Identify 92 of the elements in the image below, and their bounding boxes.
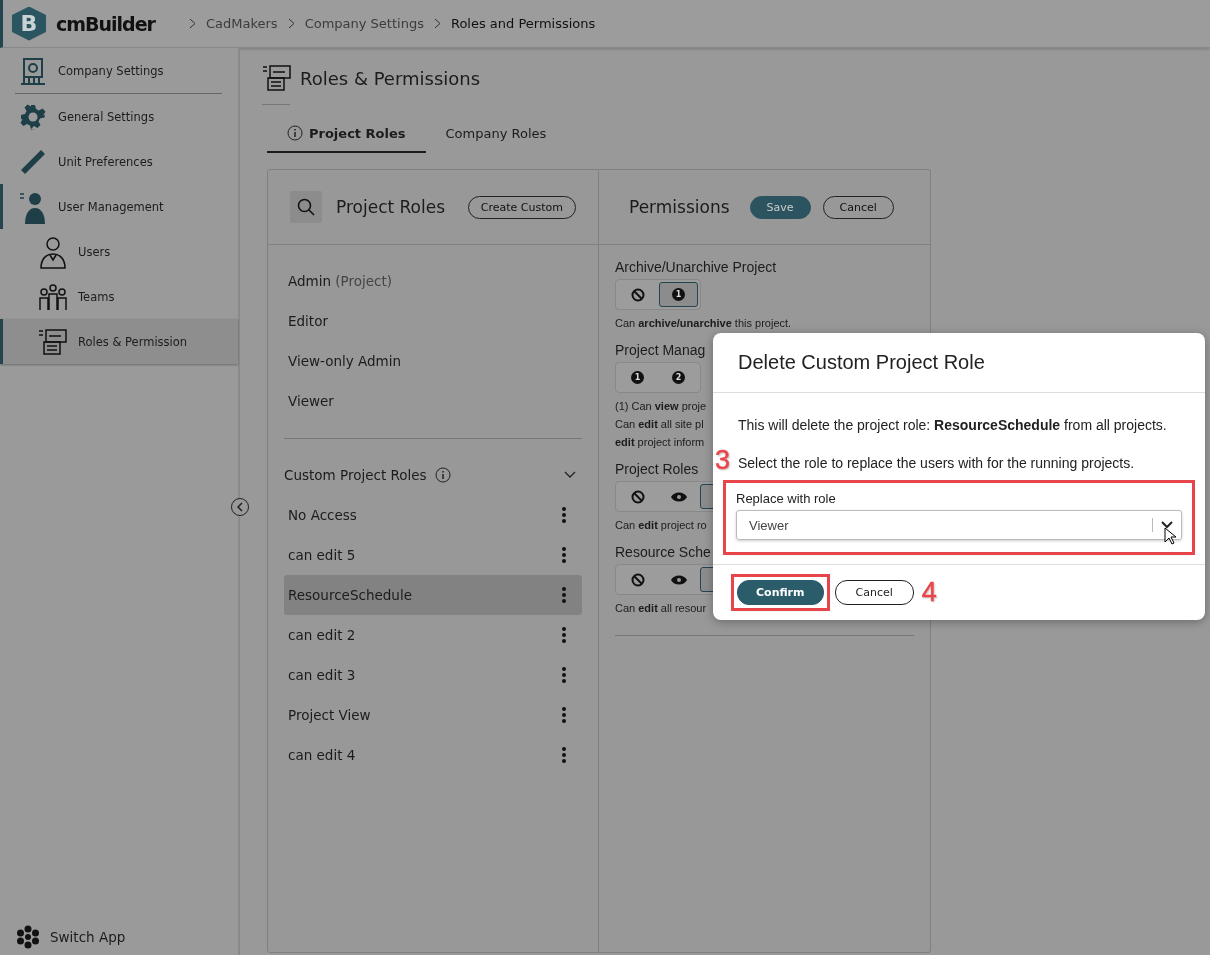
role-item[interactable]: Editor: [288, 313, 328, 329]
search-icon: [297, 198, 315, 216]
permission-description: Can edit all resour: [615, 601, 707, 616]
chevron-right-icon: [287, 18, 295, 29]
roles-icon: [262, 64, 292, 92]
chevron-right-icon: [433, 18, 441, 29]
pointer-cursor-icon: [1164, 527, 1176, 545]
custom-role-item[interactable]: Project View: [284, 695, 582, 735]
more-options-icon[interactable]: [561, 506, 567, 524]
role-item[interactable]: Admin (Project): [288, 273, 393, 289]
tab[interactable]: Company Roles: [425, 117, 567, 153]
custom-role-item[interactable]: can edit 2: [284, 615, 582, 655]
permission-title: Project Manag: [615, 342, 706, 358]
step-marker: 3: [715, 447, 731, 474]
ban-icon: [630, 572, 645, 587]
role-item[interactable]: View-only Admin: [288, 353, 402, 369]
more-options-icon[interactable]: [561, 666, 567, 684]
confirm-button[interactable]: Confirm: [737, 580, 824, 605]
dialog-instruction: Select the role to replace the users with for the running projects.: [738, 455, 1135, 471]
search-button[interactable]: [290, 191, 322, 223]
permission-description: Can edit all site pl: [615, 417, 704, 432]
building-gear-icon: [20, 56, 46, 85]
sidebar-item[interactable]: Company Settings: [0, 48, 238, 93]
chevron-right-icon: [188, 18, 196, 29]
panel-title: Permissions: [629, 197, 730, 217]
permission-description: Can archive/unarchive this project.: [615, 316, 792, 331]
permission-title: Resource Sche: [615, 544, 711, 560]
custom-role-item[interactable]: can edit 3: [284, 655, 582, 695]
permission-description: Can edit project ro: [615, 518, 707, 533]
role-name: can edit 3: [288, 667, 356, 683]
cancel-button[interactable]: Cancel: [834, 580, 914, 605]
permission-description: edit project inform: [615, 435, 705, 450]
role-name: can edit 2: [288, 627, 356, 643]
field-label: Replace with role: [736, 491, 837, 506]
sidebar-item[interactable]: General Settings: [0, 94, 238, 139]
save-button[interactable]: Save: [749, 195, 811, 219]
custom-role-item[interactable]: No Access: [284, 495, 582, 535]
role-item[interactable]: Viewer: [288, 393, 334, 409]
breadcrumb-link[interactable]: CadMakers: [205, 16, 278, 31]
permission-option[interactable]: 1: [659, 282, 698, 307]
document-icon: [38, 327, 68, 356]
role-name: No Access: [288, 507, 357, 523]
breadcrumb-link[interactable]: Roles and Permissions: [450, 16, 596, 31]
chevron-down-icon[interactable]: [564, 471, 576, 479]
permission-description: (1) Can view proje: [615, 399, 707, 414]
sidebar-item[interactable]: Roles & Permission: [0, 319, 238, 364]
role-name: can edit 5: [288, 547, 356, 563]
step-marker: 4: [921, 579, 937, 606]
more-options-icon[interactable]: [561, 626, 567, 644]
app-logo: B: [12, 6, 46, 41]
more-options-icon[interactable]: [561, 746, 567, 764]
tab[interactable]: Project Roles: [267, 117, 426, 153]
page-title: Roles & Permissions: [300, 67, 481, 89]
ban-icon: [630, 287, 645, 302]
panel-title: Project Roles: [336, 197, 447, 217]
gear-icon: [20, 103, 46, 130]
chevron-left-icon: [236, 502, 244, 512]
dialog-message: This will delete the project role: ResourceSchedule from all projects.: [738, 417, 1168, 433]
person-icon: [39, 234, 67, 269]
role-name: ResourceSchedule: [288, 587, 412, 603]
breadcrumb-link[interactable]: Company Settings: [304, 16, 424, 31]
chevron-down-icon: [1161, 521, 1173, 529]
permission-title: Project Roles: [615, 461, 699, 477]
sidebar-item[interactable]: User Management: [0, 184, 238, 229]
info-icon: [434, 467, 451, 483]
switch-app-button[interactable]: Switch App: [0, 925, 238, 955]
eye-icon: [670, 574, 687, 585]
sidebar-item[interactable]: Teams: [0, 274, 238, 319]
info-icon: [287, 125, 303, 141]
more-options-icon[interactable]: [561, 546, 567, 564]
role-name: Project View: [288, 707, 371, 723]
section-title: Custom Project Roles: [284, 467, 427, 483]
dialog-title: Delete Custom Project Role: [713, 333, 1205, 393]
permission-option[interactable]: 1: [618, 365, 657, 390]
collapse-sidebar-button[interactable]: [231, 498, 249, 516]
role-name: can edit 4: [288, 747, 356, 763]
team-icon: [38, 282, 68, 311]
role-select[interactable]: Viewer: [736, 510, 1182, 540]
eye-icon: [670, 491, 687, 502]
ban-icon: [630, 489, 645, 504]
permission-option[interactable]: 2: [659, 365, 698, 390]
sidebar-item[interactable]: Unit Preferences: [0, 139, 238, 184]
more-options-icon[interactable]: [561, 706, 567, 724]
permission-title: Archive/Unarchive Project: [615, 259, 777, 275]
custom-role-item[interactable]: ResourceSchedule: [284, 575, 582, 615]
more-options-icon[interactable]: [561, 586, 567, 604]
flower-icon: [16, 925, 40, 949]
ruler-icon: [19, 147, 47, 176]
app-name: cmBuilder: [56, 12, 155, 35]
sidebar-item[interactable]: Users: [0, 229, 238, 274]
custom-role-item[interactable]: can edit 5: [284, 535, 582, 575]
custom-role-item[interactable]: can edit 4: [284, 735, 582, 775]
